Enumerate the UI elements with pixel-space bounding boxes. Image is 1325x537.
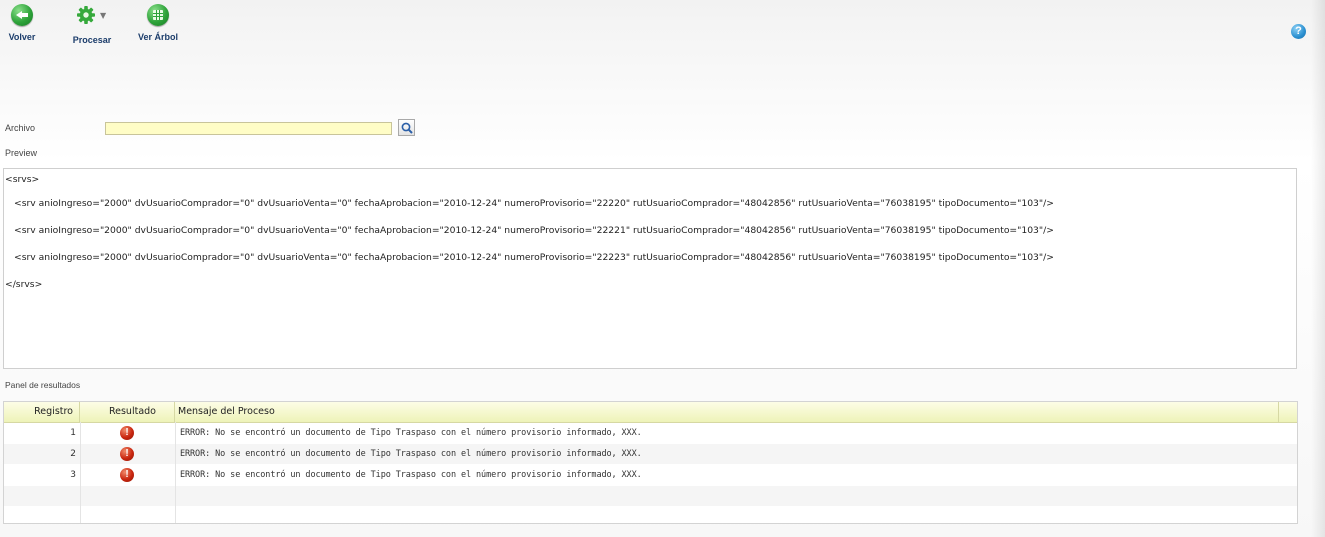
procesar-label: Procesar (72, 35, 112, 45)
col-header-registro[interactable]: Registro (4, 402, 80, 422)
resultado-cell: ! (80, 465, 175, 485)
gear-icon (77, 6, 95, 24)
mensaje-cell: ERROR: No se encontró un documento de Ti… (180, 428, 642, 438)
column-divider (80, 422, 81, 523)
volver-button[interactable]: Volver (5, 4, 39, 42)
archivo-label: Archivo (5, 123, 36, 133)
procesar-button[interactable]: ▼ Procesar (66, 4, 118, 45)
table-row[interactable]: 3 ! ERROR: No se encontró un documento d… (4, 465, 1297, 485)
error-icon: ! (120, 468, 134, 482)
ver-arbol-button[interactable]: Ver Árbol (130, 4, 186, 42)
mensaje-cell: ERROR: No se encontró un documento de Ti… (180, 449, 642, 459)
empty-table-row (4, 486, 1297, 506)
registro-cell: 2 (70, 449, 76, 459)
chevron-down-icon[interactable]: ▼ (100, 11, 106, 20)
preview-line: <srv anioIngreso="2000" dvUsuarioComprad… (14, 198, 1054, 209)
file-search-button[interactable] (398, 119, 415, 136)
preview-label: Preview (5, 148, 38, 158)
table-row[interactable]: 2 ! ERROR: No se encontró un documento d… (4, 444, 1297, 464)
registro-cell: 3 (70, 470, 76, 480)
error-icon: ! (120, 447, 134, 461)
preview-line: <srvs> (5, 174, 40, 185)
column-divider (175, 422, 176, 523)
col-header-resultado[interactable]: Resultado (80, 402, 175, 422)
procesar-icon-wrap: ▼ (73, 4, 111, 26)
toolbar: Volver ▼ Procesar Ver Árbol (0, 0, 1325, 70)
tree-grid-icon (147, 4, 169, 26)
search-icon (401, 122, 413, 134)
preview-line: <srv anioIngreso="2000" dvUsuarioComprad… (14, 225, 1054, 236)
archivo-input[interactable] (105, 122, 392, 135)
back-arrow-icon (11, 4, 33, 26)
empty-table-row (4, 507, 1297, 523)
results-table: Registro Resultado Mensaje del Proceso 1… (3, 401, 1298, 524)
results-table-header: Registro Resultado Mensaje del Proceso (4, 402, 1297, 423)
preview-line: <srv anioIngreso="2000" dvUsuarioComprad… (14, 252, 1054, 263)
window-edge-shadow (1311, 0, 1325, 537)
registro-cell: 1 (70, 428, 76, 438)
col-header-mensaje[interactable]: Mensaje del Proceso (175, 402, 1279, 422)
help-icon[interactable]: ? (1291, 24, 1306, 39)
ver-arbol-label: Ver Árbol (137, 32, 178, 42)
volver-label: Volver (8, 32, 36, 42)
error-icon: ! (120, 426, 134, 440)
resultado-cell: ! (80, 423, 175, 443)
preview-line: </srvs> (5, 279, 43, 290)
resultado-cell: ! (80, 444, 175, 464)
table-row[interactable]: 1 ! ERROR: No se encontró un documento d… (4, 423, 1297, 443)
results-panel-label: Panel de resultados (5, 380, 81, 390)
xml-preview-box[interactable]: <srvs> <srv anioIngreso="2000" dvUsuario… (3, 168, 1297, 369)
mensaje-cell: ERROR: No se encontró un documento de Ti… (180, 470, 642, 480)
